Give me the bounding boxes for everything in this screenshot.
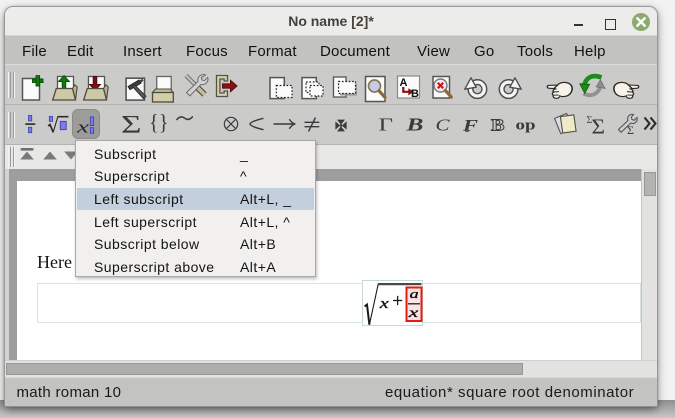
svg-text:B: B [491, 116, 505, 134]
svg-text:C: C [435, 116, 450, 134]
svg-text:op: op [516, 118, 536, 134]
svg-text:Σ: Σ [627, 123, 634, 136]
svg-text:x: x [407, 306, 419, 321]
svg-text:Σ: Σ [121, 112, 142, 136]
svg-text:B: B [411, 88, 419, 100]
svg-text:Γ: Γ [379, 115, 394, 133]
svg-text:F: F [462, 118, 478, 134]
svg-text:x: x [378, 296, 389, 312]
svg-text:a: a [410, 286, 420, 301]
svg-text:x: x [75, 118, 89, 137]
svg-text:Σ: Σ [592, 115, 605, 135]
svg-text:{}: {} [149, 113, 169, 135]
svg-text:+: + [392, 291, 403, 312]
svg-text:B: B [406, 115, 424, 133]
